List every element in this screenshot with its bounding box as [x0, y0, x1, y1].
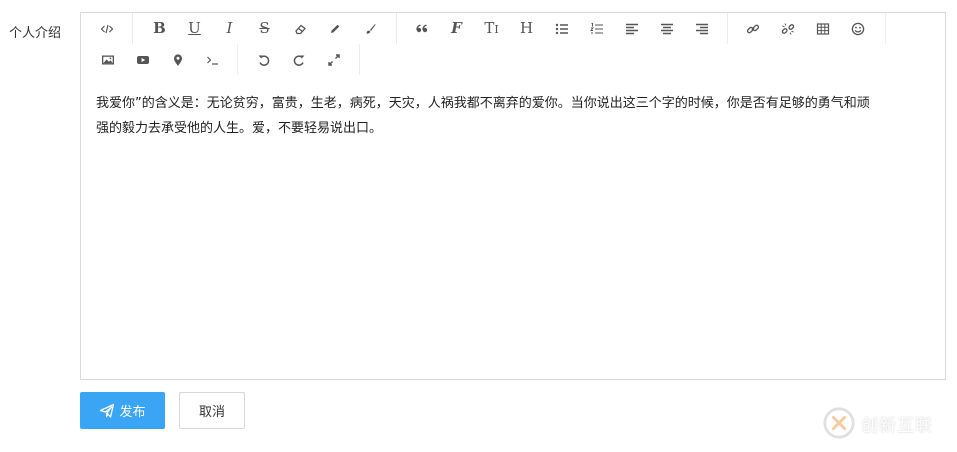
toolbar-group-format: B U I S: [133, 13, 397, 44]
paper-plane-icon: [100, 403, 115, 418]
eraser-icon: [294, 24, 306, 34]
font-size-icon: TI: [484, 19, 499, 37]
align-left-icon: [625, 23, 638, 34]
source-code-button[interactable]: [89, 13, 124, 44]
numbered-list-icon: [589, 22, 603, 34]
editor-toolbar: B U I S F TI H: [81, 13, 945, 75]
location-icon: [173, 53, 182, 66]
terminal-icon: [206, 56, 218, 65]
strikethrough-button[interactable]: S: [247, 13, 282, 44]
field-label: 个人介绍: [9, 26, 62, 41]
cancel-button[interactable]: 取消: [179, 392, 245, 429]
strikethrough-icon: S: [259, 19, 270, 37]
bold-button[interactable]: B: [142, 13, 177, 44]
background-color-button[interactable]: [352, 13, 387, 44]
font-size-button[interactable]: TI: [474, 13, 509, 44]
insert-link-button[interactable]: [735, 13, 770, 44]
toolbar-group-source: [81, 13, 133, 44]
align-right-button[interactable]: [684, 13, 719, 44]
publish-button[interactable]: 发布: [80, 392, 165, 429]
redo-button[interactable]: [281, 44, 316, 75]
image-icon: [101, 55, 114, 64]
align-center-button[interactable]: [649, 13, 684, 44]
toolbar-group-paragraph: F TI H: [397, 13, 728, 44]
unlink-button[interactable]: [770, 13, 805, 44]
font-icon: F: [451, 19, 462, 37]
toolbar-group-history: [238, 44, 360, 75]
toolbar-group-insert: [728, 13, 886, 44]
numbered-list-button[interactable]: [579, 13, 614, 44]
heading-button[interactable]: H: [509, 13, 544, 44]
unlink-icon: [781, 22, 794, 35]
rich-text-editor[interactable]: B U I S F TI H 我爱你”的含义是：无论贫穷，富贵，生老，病死，天灾…: [80, 12, 946, 380]
fullscreen-button[interactable]: [316, 44, 351, 75]
insert-code-button[interactable]: [195, 44, 230, 75]
insert-image-button[interactable]: [90, 44, 125, 75]
watermark: 创新互联: [822, 404, 950, 442]
font-family-button[interactable]: F: [439, 13, 474, 44]
bullet-list-button[interactable]: [544, 13, 579, 44]
publish-label: 发布: [119, 405, 146, 420]
italic-icon: I: [226, 19, 233, 37]
emoji-button[interactable]: [840, 13, 875, 44]
align-right-icon: [695, 23, 708, 34]
redo-icon: [293, 54, 304, 66]
align-center-icon: [660, 23, 673, 34]
insert-location-button[interactable]: [160, 44, 195, 75]
watermark-logo-icon: [823, 407, 855, 439]
link-icon: [746, 24, 759, 33]
align-left-button[interactable]: [614, 13, 649, 44]
underline-button[interactable]: U: [177, 13, 212, 44]
bullet-list-icon: [555, 23, 568, 34]
watermark-text: 创新互联: [861, 415, 933, 436]
undo-button[interactable]: [246, 44, 281, 75]
table-icon: [816, 22, 829, 35]
editor-content[interactable]: 我爱你”的含义是：无论贫穷，富贵，生老，病死，天灾，人祸我都不离弃的爱你。当你说…: [96, 91, 934, 141]
cancel-label: 取消: [198, 405, 225, 420]
brush-icon: [366, 23, 376, 34]
content-line: 强的毅力去承受他的人生。爱，不要轻易说出口。: [96, 121, 383, 136]
code-view-icon: [100, 24, 113, 33]
undo-icon: [258, 54, 269, 66]
insert-video-button[interactable]: [125, 44, 160, 75]
emoji-icon: [851, 22, 864, 35]
underline-icon: U: [188, 19, 201, 37]
heading-icon: H: [519, 19, 534, 37]
bold-icon: B: [153, 19, 166, 37]
toolbar-group-media: [81, 44, 238, 75]
video-icon: [136, 55, 149, 64]
content-line: 我爱你”的含义是：无论贫穷，富贵，生老，病死，天灾，人祸我都不离弃的爱你。当你说…: [96, 96, 870, 111]
insert-table-button[interactable]: [805, 13, 840, 44]
font-color-button[interactable]: [317, 13, 352, 44]
pencil-icon: [330, 24, 339, 33]
clear-format-button[interactable]: [282, 13, 317, 44]
italic-button[interactable]: I: [212, 13, 247, 44]
blockquote-button[interactable]: [404, 13, 439, 44]
fullscreen-icon: [327, 53, 340, 66]
quote-icon: [415, 24, 427, 32]
